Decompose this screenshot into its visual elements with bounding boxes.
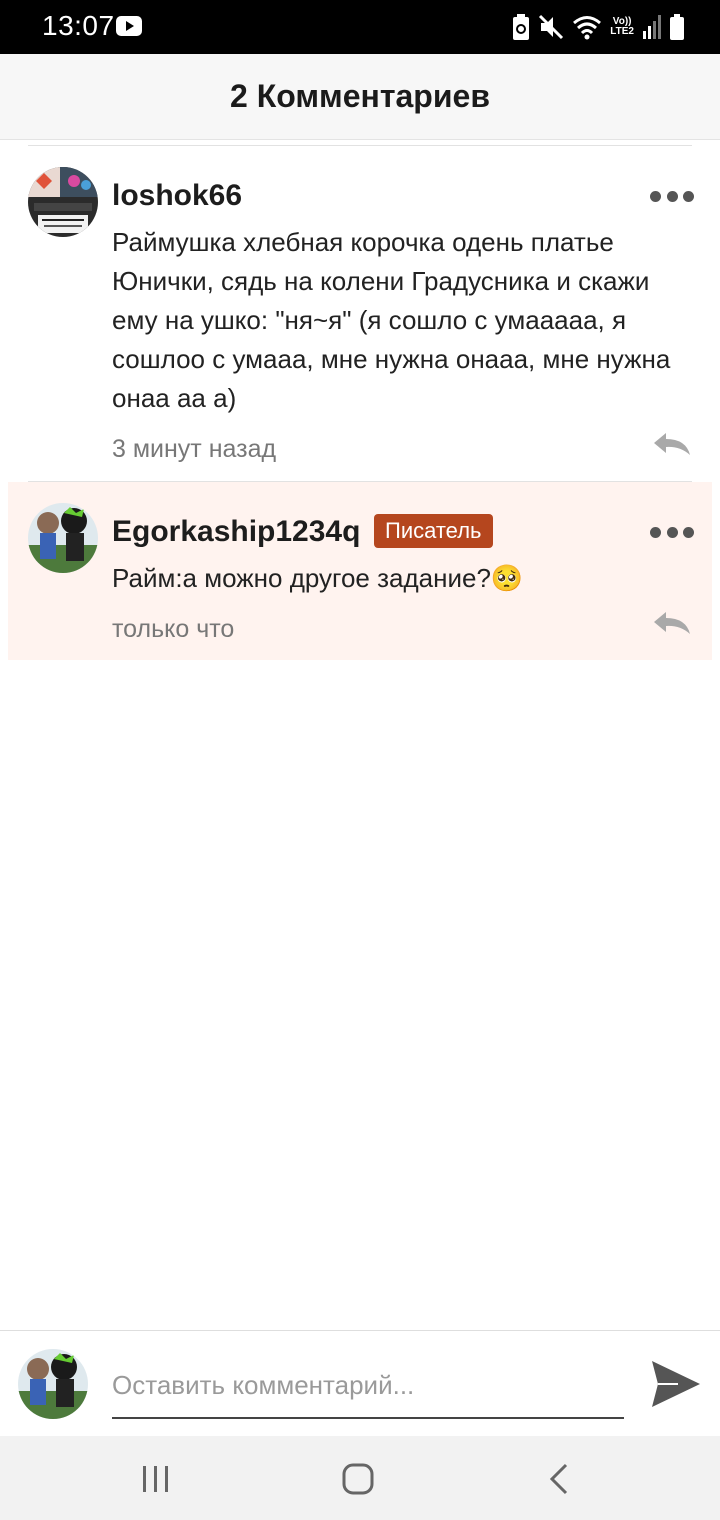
status-icons: Vo)) LTE2 — [512, 12, 684, 42]
reply-icon[interactable] — [652, 431, 692, 457]
comment-item: loshok66 Раймушка хлебная корочка одень … — [0, 146, 720, 481]
battery-saver-icon — [513, 14, 530, 40]
reply-icon[interactable] — [652, 610, 692, 636]
signal-icon — [643, 15, 661, 39]
battery-icon — [670, 14, 684, 40]
comment-composer — [0, 1330, 720, 1436]
comment-text: Раймушка хлебная корочка одень платье Юн… — [112, 227, 671, 413]
writer-badge: Писатель — [374, 514, 493, 548]
status-bar: 13:07 Vo)) LTE2 — [0, 0, 720, 54]
page-title: 2 Комментариев — [230, 78, 490, 114]
more-options-icon[interactable] — [650, 525, 694, 539]
home-icon[interactable] — [338, 1462, 378, 1496]
system-nav-bar — [0, 1436, 720, 1520]
comment-input[interactable] — [112, 1361, 624, 1419]
comment-author[interactable]: loshok66 — [112, 179, 242, 213]
comment-item: Egorkaship1234q Писатель Райм:а можно др… — [8, 482, 712, 660]
avatar[interactable] — [28, 167, 98, 237]
more-options-icon[interactable] — [650, 189, 694, 203]
youtube-icon — [116, 16, 142, 36]
avatar[interactable] — [28, 503, 98, 573]
wifi-icon — [573, 16, 602, 40]
mute-icon — [539, 14, 564, 40]
recent-apps-icon[interactable] — [136, 1462, 176, 1496]
back-icon[interactable] — [540, 1462, 580, 1496]
volte-lte2-icon: Vo)) LTE2 — [610, 17, 634, 37]
avatar[interactable] — [18, 1349, 88, 1419]
comment-time: 3 минут назад — [112, 435, 277, 463]
comment-author[interactable]: Egorkaship1234q — [112, 515, 360, 549]
status-time: 13:07 — [42, 10, 115, 41]
lte-label: LTE2 — [610, 26, 634, 37]
comments-header: 2 Комментариев — [0, 54, 720, 140]
send-button[interactable] — [648, 1357, 702, 1411]
comment-time: только что — [112, 615, 235, 643]
comment-text: Райм:а можно другое задание?🥺 — [112, 563, 524, 593]
